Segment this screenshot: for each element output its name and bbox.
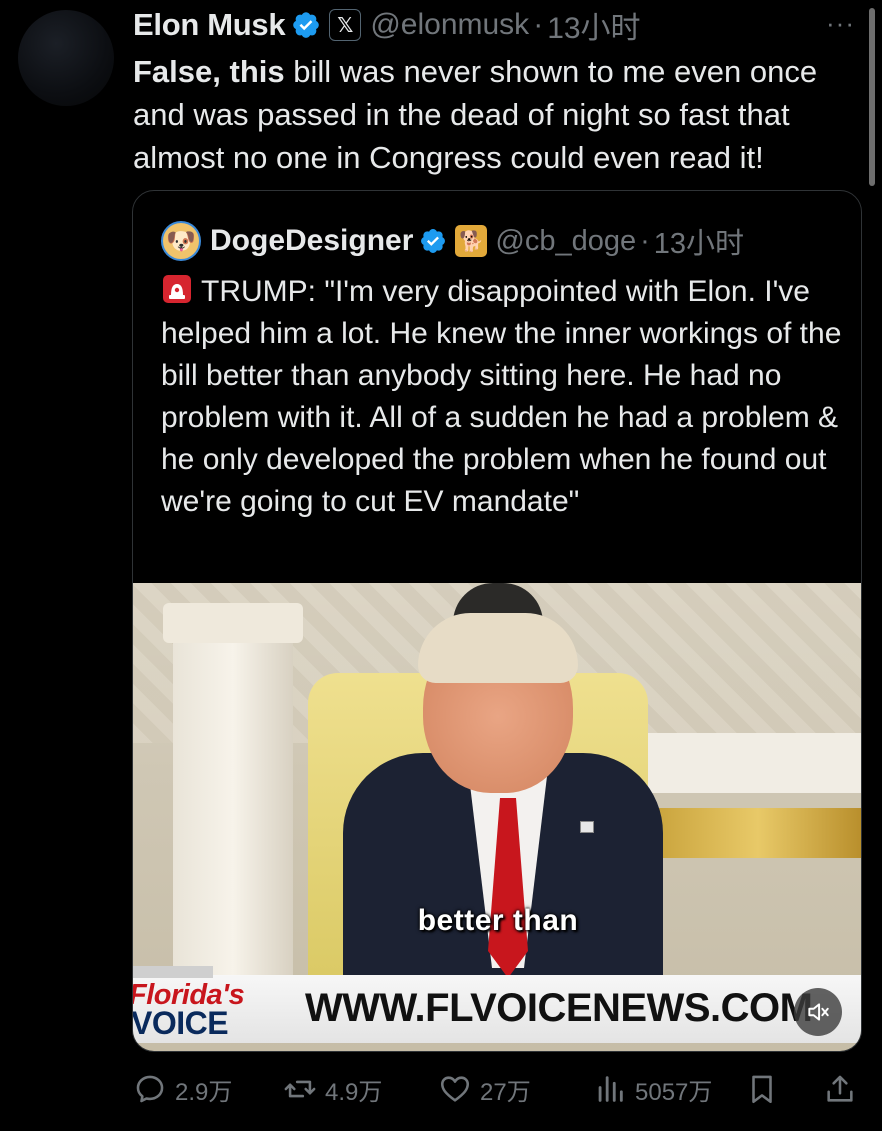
quote-verified-badge-icon[interactable] <box>419 227 447 255</box>
author-handle[interactable]: @elonmusk <box>370 8 529 42</box>
quote-author-handle[interactable]: @cb_doge <box>495 225 636 258</box>
x-affiliate-icon[interactable]: 𝕏 <box>329 9 362 41</box>
banner-logo-voice: VOICE <box>133 1005 229 1041</box>
video-gold-trim <box>653 808 861 858</box>
reply-button[interactable]: 2.9万 <box>133 1066 232 1112</box>
quote-author-avatar[interactable]: 🐶 <box>161 221 201 261</box>
reply-icon <box>136 1075 164 1103</box>
share-button[interactable] <box>823 1066 865 1112</box>
tweet-text-bold: False, this <box>133 54 285 89</box>
quote-separator-dot: · <box>640 224 650 257</box>
banner-url: WWW.FLVOICENEWS.COM <box>305 986 813 1030</box>
quoted-tweet[interactable]: 🐶 DogeDesigner 🐕 @cb_doge · 13小时 TRUMP: … <box>132 190 862 1052</box>
more-options-icon[interactable]: ··· <box>826 8 855 39</box>
video-column-capital <box>163 603 303 643</box>
tweet-text: False, this bill was never shown to me e… <box>133 50 863 179</box>
mute-button[interactable] <box>794 988 842 1036</box>
like-button[interactable]: 27万 <box>438 1066 531 1112</box>
bookmark-icon <box>752 1075 772 1104</box>
bookmark-button[interactable] <box>745 1066 787 1112</box>
tweet-timestamp[interactable]: 13小时 <box>547 3 640 47</box>
quote-timestamp[interactable]: 13小时 <box>654 220 744 262</box>
like-count: 27万 <box>480 1078 531 1106</box>
video-player[interactable]: better than Florida's VOICE WWW.FLVOICEN… <box>133 583 861 1051</box>
siren-icon <box>163 275 191 303</box>
views-button[interactable]: 5057万 <box>593 1066 712 1112</box>
video-caption: better than <box>417 904 579 937</box>
heart-icon <box>440 1076 470 1102</box>
views-count: 5057万 <box>635 1078 713 1106</box>
video-hair <box>418 613 578 683</box>
video-mantel <box>643 733 861 793</box>
video-column <box>173 613 293 1013</box>
repost-button[interactable]: 4.9万 <box>283 1066 382 1112</box>
doge-affiliate-icon[interactable]: 🐕 <box>455 225 488 257</box>
verified-badge-icon[interactable] <box>291 10 321 40</box>
quote-text-block: TRUMP: "I'm very disappointed with Elon.… <box>161 271 851 523</box>
repost-icon <box>284 1080 316 1098</box>
author-avatar[interactable] <box>18 10 114 106</box>
quote-text: TRUMP: "I'm very disappointed with Elon.… <box>161 275 842 518</box>
speaker-muted-icon <box>808 1003 829 1021</box>
share-icon <box>827 1075 853 1102</box>
tweet-header: Elon Musk 𝕏 @elonmusk · 13小时 <box>133 3 641 47</box>
tweet-actions: 2.9万 4.9万 27万 5057万 <box>133 1066 863 1112</box>
quote-author-name[interactable]: DogeDesigner <box>210 224 413 258</box>
scrollbar[interactable] <box>869 8 875 186</box>
views-chart-icon <box>598 1076 623 1102</box>
reply-count: 2.9万 <box>175 1078 233 1106</box>
repost-count: 4.9万 <box>325 1078 383 1106</box>
quote-header: 🐶 DogeDesigner 🐕 @cb_doge · 13小时 <box>161 221 744 261</box>
author-name[interactable]: Elon Musk <box>133 7 286 43</box>
separator-dot: · <box>533 8 544 41</box>
video-flag-pin <box>580 821 594 833</box>
banner-logo-strip <box>133 966 213 978</box>
